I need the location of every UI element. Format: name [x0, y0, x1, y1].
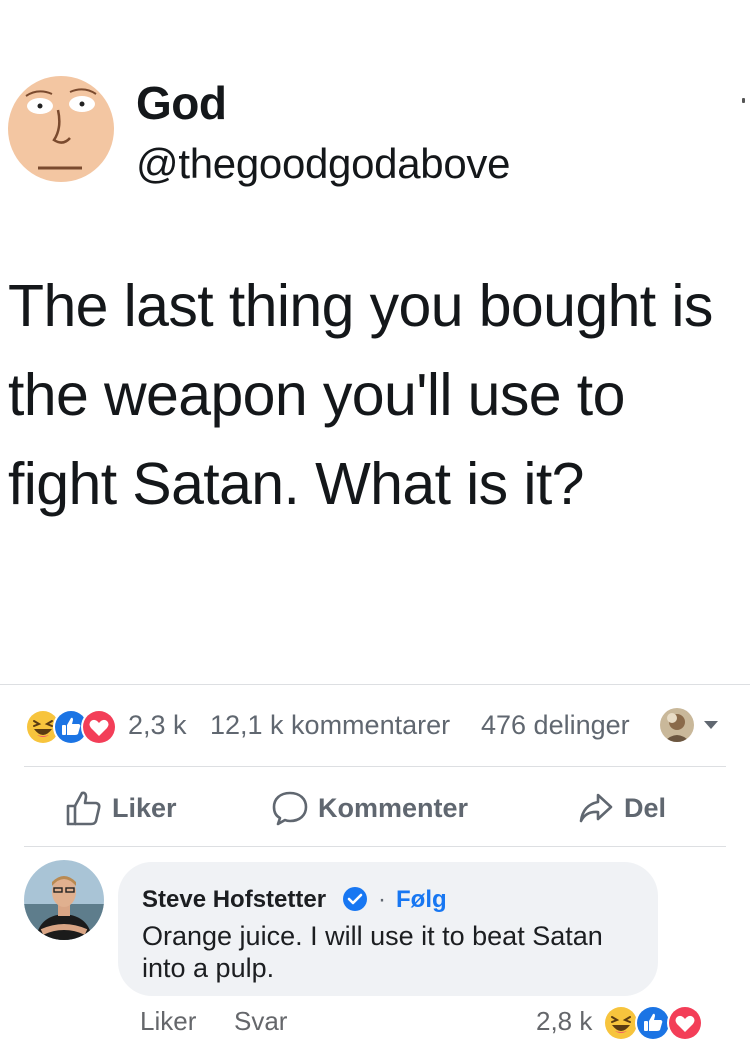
verified-badge-icon: [343, 887, 367, 911]
divider: [24, 846, 726, 847]
divider: [0, 684, 750, 685]
tweet-more-icon[interactable]: [742, 98, 745, 103]
comment-text: Orange juice. I will use it to beat Sata…: [142, 921, 603, 983]
follow-button[interactable]: Følg: [396, 886, 447, 914]
comment-icon: [272, 791, 308, 826]
tweet-author-name[interactable]: God: [136, 76, 227, 130]
comment-bubble: Steve Hofstetter · Følg Orange juice. I …: [118, 862, 658, 996]
chevron-down-icon[interactable]: [702, 718, 720, 732]
comment-reaction-count[interactable]: 2,8 k: [536, 1006, 592, 1037]
commenter-avatar[interactable]: [24, 860, 104, 940]
comment-button-label: Kommenter: [318, 792, 469, 823]
reaction-count[interactable]: 2,3 k: [128, 710, 187, 741]
like-button-label: Liker: [112, 792, 177, 823]
share-button-label: Del: [624, 792, 667, 823]
reaction-icons[interactable]: [24, 708, 124, 746]
comment-like-button[interactable]: Liker: [140, 1006, 196, 1037]
divider: [24, 766, 726, 767]
love-icon: [81, 709, 117, 745]
comment-reaction-icons[interactable]: [602, 1004, 706, 1042]
tweet-text: The last thing you bought is the weapon …: [8, 273, 713, 517]
tweet-card: God @thegoodgodabove The last thing you …: [0, 0, 750, 684]
love-icon: [667, 1005, 703, 1041]
viewer-avatar[interactable]: [660, 708, 694, 742]
tweet-author-handle[interactable]: @thegoodgodabove: [136, 140, 510, 188]
comment-button[interactable]: Kommenter: [272, 786, 468, 830]
comment-reply-button[interactable]: Svar: [234, 1006, 287, 1037]
share-count[interactable]: 476 delinger: [481, 710, 630, 741]
thumbs-up-icon: [66, 791, 101, 826]
post-summary: 2,3 k 12,1 k kommentarer 476 delinger: [24, 704, 724, 748]
commenter-name[interactable]: Steve Hofstetter: [142, 886, 326, 914]
like-button[interactable]: Liker: [64, 786, 177, 830]
share-button[interactable]: Del: [578, 786, 666, 830]
share-icon: [579, 793, 613, 823]
comment-count[interactable]: 12,1 k kommentarer: [210, 710, 450, 741]
tweet-avatar[interactable]: [8, 76, 114, 182]
separator-dot: ·: [378, 886, 386, 913]
